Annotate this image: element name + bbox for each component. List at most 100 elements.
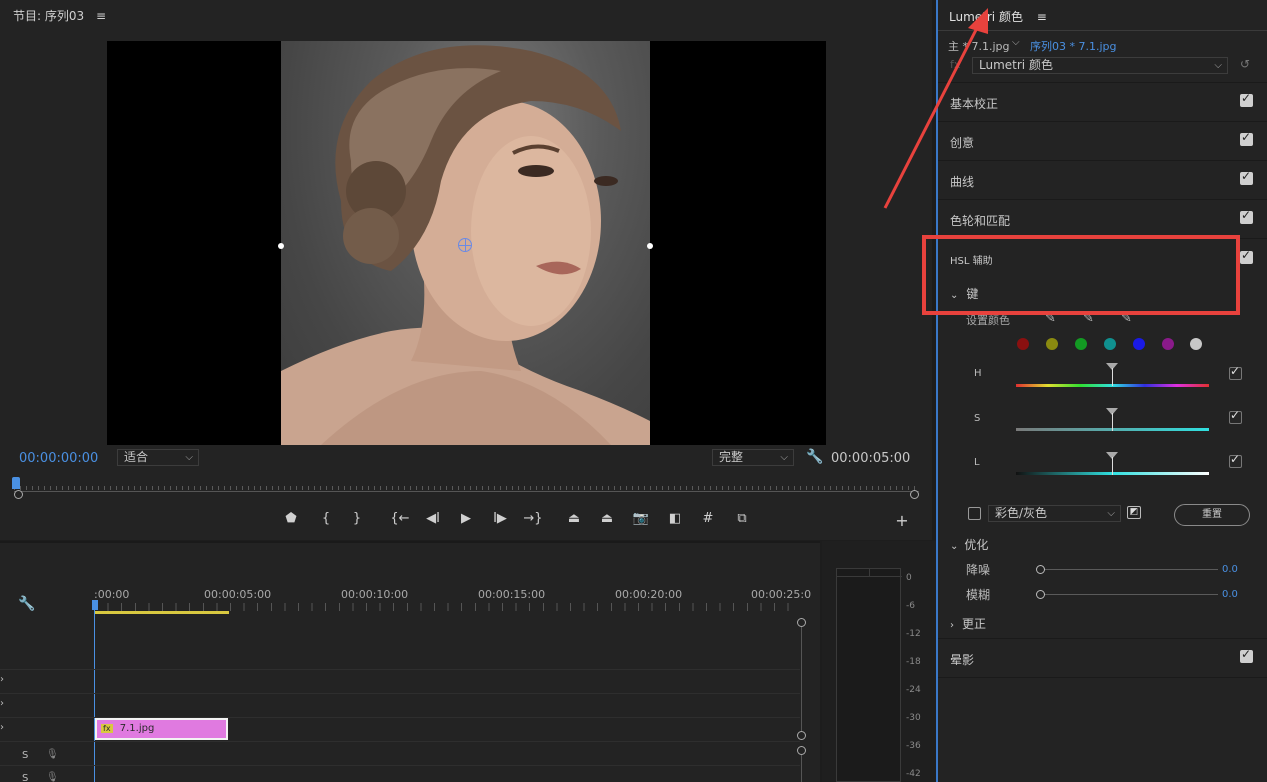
eyedropper-add-icon[interactable]: ✎ [1083,311,1094,326]
hue-slider-handle[interactable] [1106,363,1118,386]
timeline-clip[interactable]: fx 7.1.jpg [95,718,228,740]
hsl-section-header[interactable]: HSL 辅助 [950,252,993,267]
panel-menu-icon[interactable]: ≡ [1037,10,1047,24]
refine-label: 优化 [964,538,989,552]
vertical-scrollbar[interactable] [801,627,802,731]
color-swatch-yellow[interactable] [1046,338,1058,350]
track-eye-icon[interactable]: › [0,698,4,709]
solo-button[interactable]: S [22,750,28,761]
ruler-label-2: 00:00:10:00 [341,588,409,601]
meter-label: -30 [906,713,921,723]
export-frame-icon[interactable]: 📷 [631,511,651,526]
reset-icon[interactable]: ↺ [1240,57,1250,71]
transform-handle-left[interactable] [278,243,284,249]
ruler-label-0: :00:00 [94,588,130,601]
video-viewer[interactable] [107,41,826,445]
safe-margins-icon[interactable]: # [698,511,718,526]
work-area-bar[interactable] [94,611,229,614]
section-enable-checkbox[interactable] [1240,208,1253,224]
blur-value[interactable]: 0.0 [1222,589,1238,600]
go-to-out-icon[interactable]: →} [523,511,543,526]
scrollbar-handle-top[interactable] [797,618,806,627]
microphone-icon[interactable]: 🎙 [46,772,59,782]
playhead[interactable] [12,477,20,489]
color-swatch-blue[interactable] [1133,338,1145,350]
refine-subsection-toggle[interactable]: ⌄ 优化 [950,536,988,553]
mark-out-icon[interactable]: } [347,511,367,526]
zoom-scrollbar[interactable] [14,491,919,492]
add-button-icon[interactable]: + [892,511,912,530]
zoom-select[interactable]: 适合 ⌵ [117,449,199,466]
saturation-slider-handle[interactable] [1106,408,1118,431]
saturation-enable-checkbox[interactable] [1229,408,1242,424]
section-vignette[interactable]: 晕影 [938,639,1267,678]
anchor-point-icon[interactable] [458,238,472,252]
chevron-down-icon[interactable]: ⌵ [1012,37,1020,48]
vr-icon[interactable]: ⧉ [732,511,752,526]
step-forward-icon[interactable]: I▶ [490,511,510,526]
play-icon[interactable]: ▶ [456,511,476,526]
blur-slider[interactable] [1040,594,1218,595]
microphone-icon[interactable]: 🎙 [46,749,59,760]
solo-button[interactable]: S [22,773,28,782]
blur-slider-handle[interactable] [1036,590,1045,599]
track-eye-icon[interactable]: › [0,674,4,685]
section-enable-checkbox[interactable] [1240,130,1253,146]
timeline-playhead[interactable] [92,600,98,610]
section-label: 晕影 [950,653,975,667]
denoise-slider[interactable] [1040,569,1218,570]
program-monitor-panel: 节目: 序列03 ≡ 00:00:00:00 适合 ⌵ 完整 ⌵ 🔧 00:00… [0,0,932,540]
color-swatch-gray[interactable] [1190,338,1202,350]
fx-badge: fx [101,724,113,733]
vertical-scrollbar[interactable] [801,755,802,782]
color-swatch-green[interactable] [1075,338,1087,350]
scrollbar-handle-bottom[interactable] [797,731,806,740]
sequence-clip-link[interactable]: 序列03 * 7.1.jpg [1030,38,1117,54]
quality-select[interactable]: 完整 ⌵ [712,449,794,466]
section-enable-checkbox[interactable] [1240,91,1253,107]
compare-icon[interactable]: ◧ [665,511,685,526]
display-mode-checkbox[interactable] [968,507,981,520]
correction-label: 更正 [962,617,987,631]
effect-select[interactable]: Lumetri 颜色 ⌵ [972,57,1228,74]
luminance-slider-handle[interactable] [1106,452,1118,475]
transform-handle-right[interactable] [647,243,653,249]
wrench-icon[interactable]: 🔧 [18,596,35,612]
step-back-icon[interactable]: ◀I [423,511,443,526]
display-mode-select[interactable]: 彩色/灰色 ⌵ [988,505,1121,522]
hue-label: H [974,368,982,379]
panel-menu-icon[interactable]: ≡ [96,9,106,23]
mark-in-icon[interactable]: { [316,511,336,526]
section-enable-checkbox[interactable] [1240,169,1253,185]
audio-meter [836,568,902,782]
denoise-slider-handle[interactable] [1036,565,1045,574]
hue-enable-checkbox[interactable] [1229,364,1242,380]
marker-icon[interactable]: ⬟ [281,511,301,526]
reset-button[interactable]: 重置 [1174,504,1250,526]
wrench-icon[interactable]: 🔧 [806,449,823,465]
denoise-value[interactable]: 0.0 [1222,564,1238,575]
lift-icon[interactable]: ⏏ [564,511,584,526]
key-subsection-toggle[interactable]: ⌄ 键 [950,285,978,302]
extract-icon[interactable]: ⏏ [597,511,617,526]
section-enable-checkbox[interactable] [1240,248,1253,264]
program-monitor-title[interactable]: 节目: 序列03 ≡ [13,7,106,24]
eyedropper-remove-icon[interactable]: ✎ [1121,311,1132,326]
scrollbar-handle-right[interactable] [910,490,919,499]
ruler-label-5: 00:00:25:0 [751,588,812,601]
scrollbar-handle-left[interactable] [14,490,23,499]
section-enable-checkbox[interactable] [1240,647,1253,663]
go-to-in-icon[interactable]: {← [390,511,410,526]
scrollbar-handle-top[interactable] [797,746,806,755]
timeline-ruler[interactable] [94,603,799,611]
invert-mask-icon[interactable]: ◩ [1127,506,1141,519]
color-swatch-cyan[interactable] [1104,338,1116,350]
meter-divider [869,569,870,577]
correction-subsection-toggle[interactable]: › 更正 [950,615,986,632]
color-swatch-magenta[interactable] [1162,338,1174,350]
luminance-enable-checkbox[interactable] [1229,452,1242,468]
color-swatch-red[interactable] [1017,338,1029,350]
eyedropper-icon[interactable]: ✎ [1045,311,1056,326]
current-timecode[interactable]: 00:00:00:00 [19,451,98,466]
track-eye-icon[interactable]: › [0,722,4,733]
